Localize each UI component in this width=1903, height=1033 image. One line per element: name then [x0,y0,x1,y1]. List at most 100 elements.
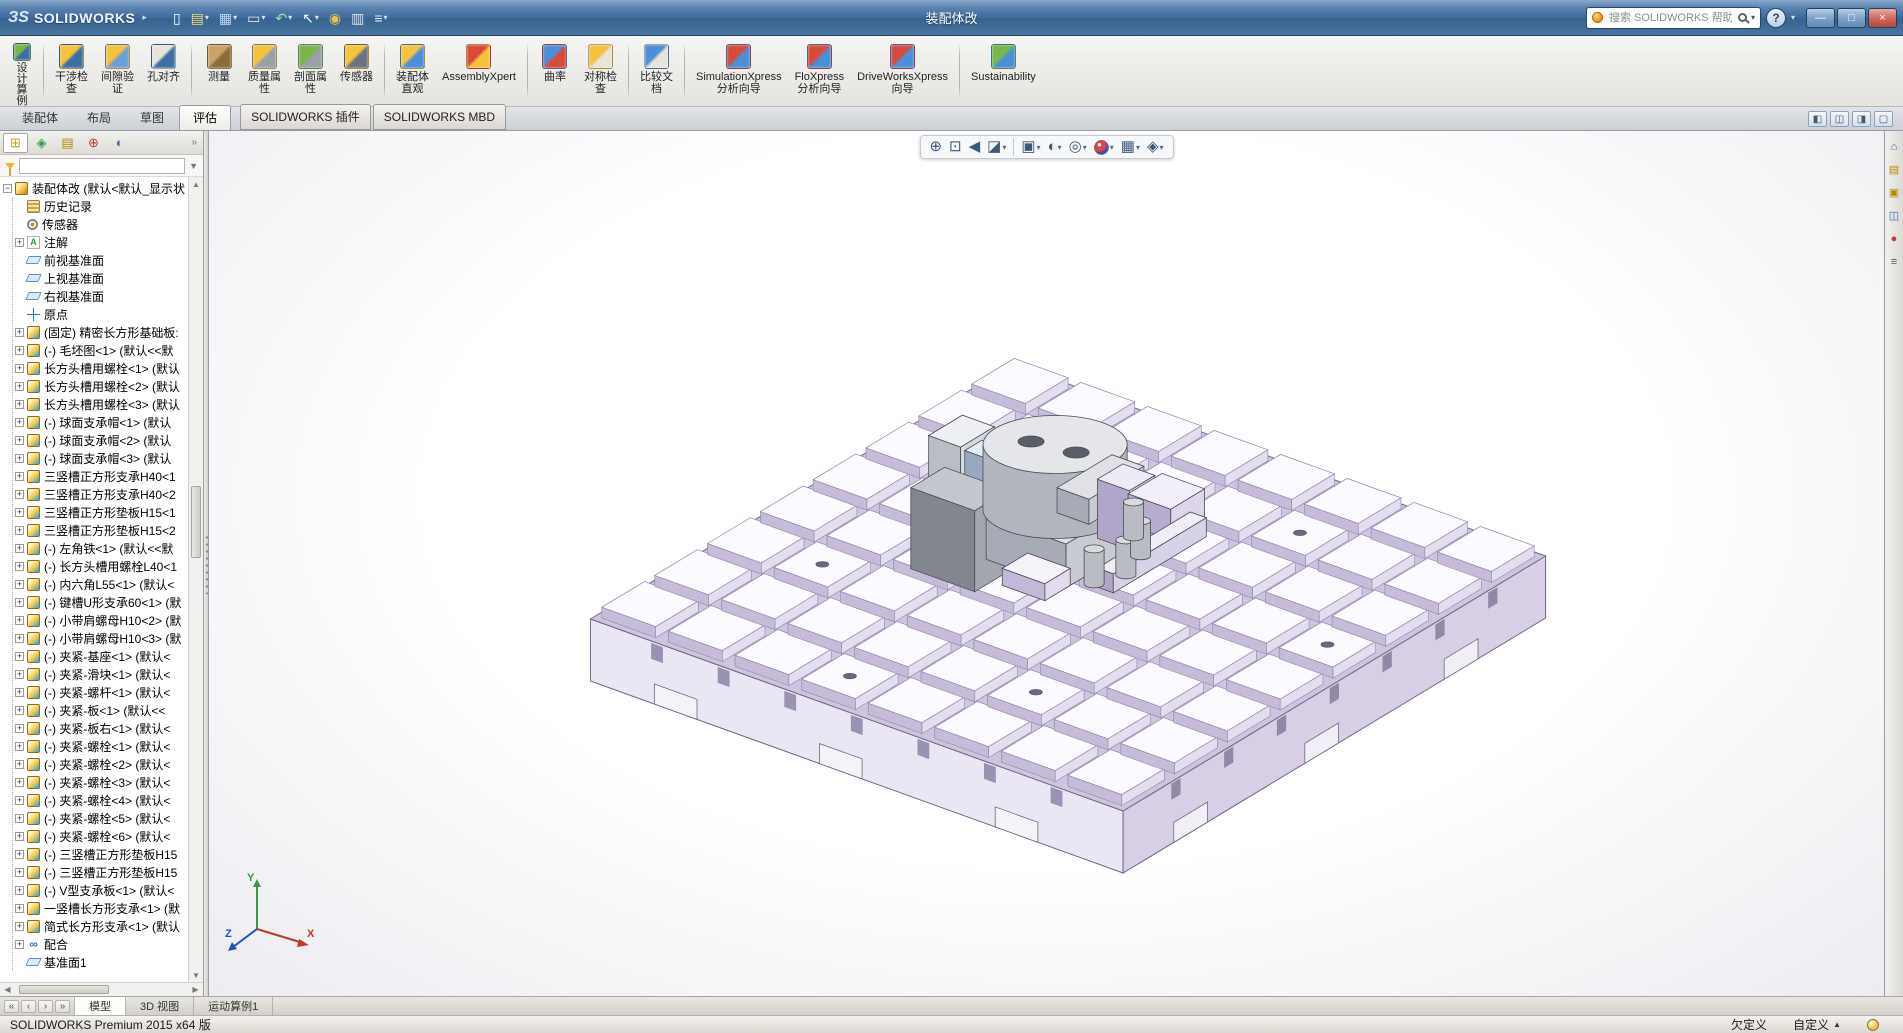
tree-item[interactable]: 前视基准面 [15,251,188,269]
expand-icon[interactable]: + [15,544,24,553]
view-palette-icon[interactable]: ◫ [1887,208,1902,223]
propertymanager-tab[interactable]: ◈ [29,133,54,153]
tree-item[interactable]: +(-) 球面支承帽<1> (默认 [15,413,188,431]
tree-item[interactable]: +(-) 夹紧-螺栓<2> (默认< [15,755,188,773]
assembly-visualization-button[interactable]: 装配体直观 [390,39,435,103]
expand-icon[interactable]: + [15,940,24,949]
tree-item[interactable]: +(-) 长方头槽用螺栓L40<1 [15,557,188,575]
expand-icon[interactable]: + [15,832,24,841]
tree-item[interactable]: +三竖槽正方形垫板H15<1 [15,503,188,521]
tab-solidworks-addins[interactable]: SOLIDWORKS 插件 [240,104,371,130]
tree-item[interactable]: +(-) 夹紧-螺栓<1> (默认< [15,737,188,755]
tree-item[interactable]: 传感器 [15,215,188,233]
tree-item[interactable]: 上视基准面 [15,269,188,287]
driveworksxpress-wizard-button[interactable]: DriveWorksXpress向导 [851,39,954,103]
expand-icon[interactable]: + [15,580,24,589]
dropdown-caret-icon[interactable]: ▾ [205,13,209,22]
tab-model[interactable]: 模型 [75,997,126,1015]
design-study-button[interactable]: 设计算例 [6,39,38,103]
tree-item[interactable]: +(-) 左角铁<1> (默认<<默 [15,539,188,557]
displaymanager-tab[interactable]: ◐ [107,133,132,153]
vertical-scroll-thumb[interactable] [191,486,201,558]
interference-detection-button[interactable]: 干涉检查 [49,39,94,103]
open-document-button[interactable]: ▤▾ [187,6,213,30]
save-document-button[interactable]: ▦▾ [215,6,241,30]
tree-item[interactable]: +(-) 球面支承帽<3> (默认 [15,449,188,467]
print-document-button[interactable]: ▭▾ [243,6,269,30]
tree-item[interactable]: +(-) V型支承板<1> (默认< [15,881,188,899]
expand-icon[interactable]: + [15,868,24,877]
tree-item[interactable]: +(固定) 精密长方形基础板: [15,323,188,341]
tree-item[interactable]: 右视基准面 [15,287,188,305]
expand-icon[interactable]: + [15,364,24,373]
tree-item[interactable]: +(-) 小带肩螺母H10<3> (默 [15,629,188,647]
expand-icon[interactable]: + [15,508,24,517]
sustainability-button[interactable]: Sustainability [965,39,1042,103]
close-button[interactable]: × [1868,8,1897,28]
custom-status-button[interactable]: 自定义 ▲ [1793,1016,1841,1033]
expand-icon[interactable]: + [15,742,24,751]
tree-item[interactable]: +(-) 夹紧-螺栓<4> (默认< [15,791,188,809]
dropdown-caret-icon[interactable]: ▾ [1083,143,1087,152]
floxpress-wizard-button[interactable]: FloXpress分析向导 [789,39,851,103]
expand-icon[interactable]: + [15,634,24,643]
dropdown-caret-icon[interactable]: ▾ [288,13,292,22]
previous-view-button[interactable]: ◀ [966,138,984,156]
dropdown-caret-icon[interactable]: ▾ [1136,143,1140,152]
app-logo[interactable]: ЗS SOLIDWORKS ▸ [6,9,155,27]
zoom-area-button[interactable]: ⊡ [946,138,965,156]
tab-3d-views[interactable]: 3D 视图 [126,997,194,1015]
expand-icon[interactable]: + [15,724,24,733]
measure-button[interactable]: 测量 [197,39,241,103]
tree-item[interactable]: +∞配合 [15,935,188,953]
tab-sketch[interactable]: 草图 [126,105,178,130]
edit-appearance-button[interactable]: ▾ [1091,139,1117,156]
dropdown-caret-icon[interactable]: ▾ [384,13,388,22]
expand-icon[interactable]: + [15,850,24,859]
hide-show-items-button[interactable]: ◎▾ [1066,138,1090,156]
tree-item[interactable]: +长方头槽用螺栓<3> (默认 [15,395,188,413]
pane-left-button[interactable]: ◧ [1808,111,1827,127]
expand-icon[interactable]: + [15,238,24,247]
sensors-button[interactable]: 传感器 [334,39,379,103]
rebuild-button[interactable]: ◉ [325,6,345,30]
tree-item[interactable]: +(-) 内六角L55<1> (默认< [15,575,188,593]
dropdown-caret-icon[interactable]: ▾ [1058,143,1062,152]
scroll-last-button[interactable]: » [55,1000,70,1013]
expand-icon[interactable]: + [15,778,24,787]
tree-item[interactable]: +一竖槽长方形支承<1> (默 [15,899,188,917]
tree-item[interactable]: +长方头槽用螺栓<2> (默认 [15,377,188,395]
scroll-down-icon[interactable]: ▼ [189,968,203,982]
tree-item[interactable]: +(-) 夹紧-螺杆<1> (默认< [15,683,188,701]
quick-tips-icon[interactable] [1867,1019,1879,1031]
graphics-viewport[interactable]: ⊕⊡◀◪▾▣▾◐▾◎▾▾▦▾◈▾ Y X Z [209,131,1884,996]
expand-icon[interactable]: + [15,400,24,409]
tree-horizontal-scrollbar[interactable]: ◀ ▶ [0,982,203,996]
assemblyxpert-button[interactable]: AssemblyXpert [436,39,522,103]
filter-funnel-icon[interactable] [5,163,15,169]
dropdown-caret-icon[interactable]: ▾ [233,13,237,22]
pane-right-button[interactable]: ◨ [1852,111,1871,127]
expand-icon[interactable]: + [15,904,24,913]
tree-item[interactable]: +三竖槽正方形垫板H15<2 [15,521,188,539]
tree-item[interactable]: +三竖槽正方形支承H40<1 [15,467,188,485]
scroll-prev-button[interactable]: ‹ [21,1000,36,1013]
tree-item[interactable]: +(-) 三竖槽正方形垫板H15 [15,845,188,863]
tree-item[interactable]: +(-) 夹紧-板<1> (默认<< [15,701,188,719]
expand-icon[interactable]: + [15,346,24,355]
expand-icon[interactable]: + [15,598,24,607]
solidworks-resources-icon[interactable]: ⌂ [1887,139,1902,154]
dropdown-caret-icon[interactable]: ▾ [1002,143,1006,152]
expand-icon[interactable]: + [15,328,24,337]
tab-assembly[interactable]: 装配体 [8,105,72,130]
expand-icon[interactable]: + [15,706,24,715]
custom-properties-icon[interactable]: ≡ [1887,254,1902,269]
apply-scene-button[interactable]: ▦▾ [1118,138,1143,156]
search-box[interactable]: ▾ [1586,7,1761,29]
zoom-fit-button[interactable]: ⊕ [926,138,945,156]
help-button[interactable]: ? [1766,8,1786,28]
scroll-up-icon[interactable]: ▲ [189,177,203,191]
undo-button[interactable]: ↶▾ [271,6,296,30]
expand-icon[interactable]: + [15,472,24,481]
scroll-first-button[interactable]: « [4,1000,19,1013]
